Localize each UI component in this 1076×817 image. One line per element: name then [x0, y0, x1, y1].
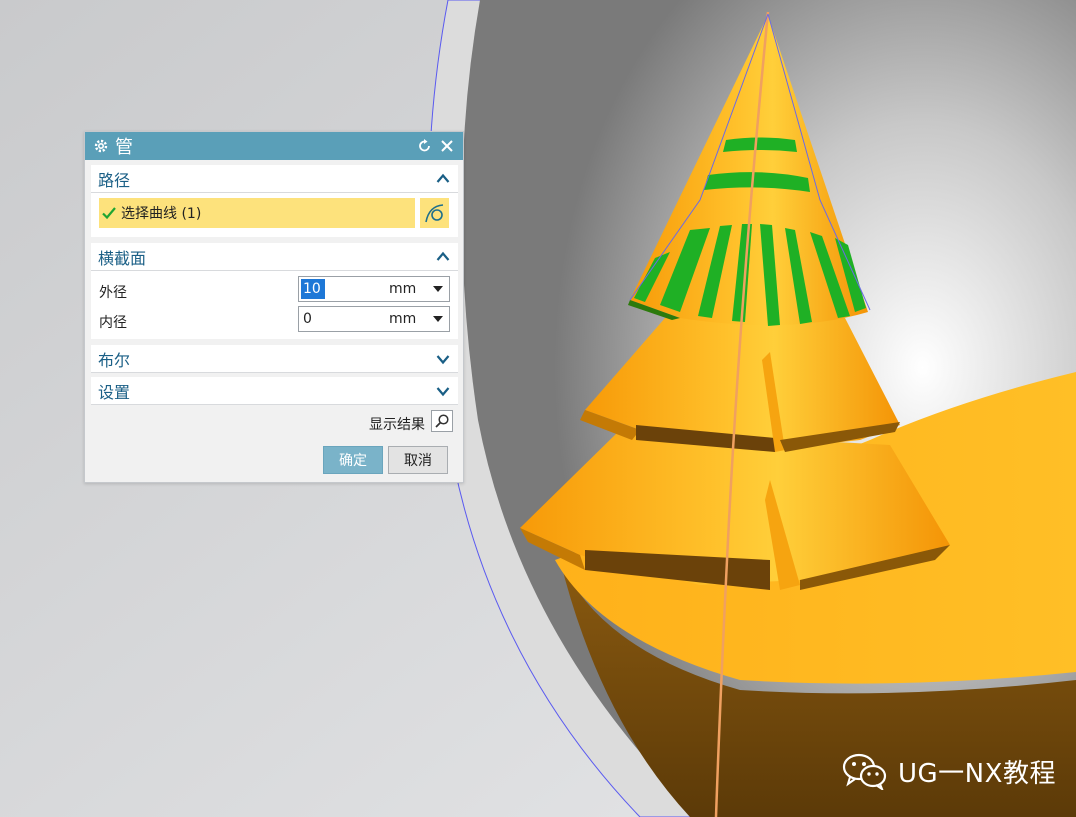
section-settings-header[interactable]: 设置: [91, 377, 458, 405]
gear-icon: [94, 139, 108, 153]
wechat-icon: [842, 753, 887, 790]
section-boolean-label: 布尔: [98, 350, 131, 370]
inner-diameter-unit: mm: [389, 311, 417, 327]
close-icon[interactable]: [439, 138, 455, 154]
chevron-down-icon[interactable]: [433, 316, 443, 322]
chevron-up-icon[interactable]: [436, 250, 450, 264]
outer-diameter-field[interactable]: mm: [298, 276, 450, 302]
tube-dialog: 管 路径 选择曲线 (1) 横截面 外径 10 mm 内径 0 mm 布尔 设置…: [84, 131, 464, 483]
chevron-down-icon[interactable]: [433, 286, 443, 292]
show-result-label: 显示结果: [369, 417, 425, 433]
reset-icon[interactable]: [417, 138, 433, 154]
show-result-button[interactable]: [431, 410, 453, 432]
outer-diameter-unit: mm: [389, 281, 417, 297]
watermark-text: UG一NX教程: [898, 758, 1056, 789]
select-curve-row[interactable]: 选择曲线 (1): [99, 198, 415, 228]
curve-select-button[interactable]: [418, 198, 449, 228]
inner-diameter-field[interactable]: mm: [298, 306, 450, 332]
chevron-down-icon[interactable]: [436, 352, 450, 366]
chevron-up-icon[interactable]: [436, 172, 450, 186]
chevron-down-icon[interactable]: [436, 384, 450, 398]
select-curve-label: 选择曲线 (1): [121, 206, 202, 222]
dialog-title: 管: [115, 137, 134, 158]
ok-button[interactable]: 确定: [323, 446, 383, 474]
check-icon: [102, 207, 116, 220]
inner-diameter-label: 内径: [99, 315, 127, 331]
section-boolean-header[interactable]: 布尔: [91, 345, 458, 373]
section-cross-section-header[interactable]: 横截面: [91, 243, 458, 271]
outer-diameter-input[interactable]: [301, 279, 325, 299]
outer-diameter-label: 外径: [99, 285, 127, 301]
cancel-button[interactable]: 取消: [388, 446, 448, 474]
dialog-title-bar[interactable]: 管: [85, 132, 463, 160]
section-path-label: 路径: [98, 170, 131, 190]
inner-diameter-input[interactable]: [301, 309, 375, 329]
watermark: UG一NX教程: [842, 752, 1056, 790]
magnifier-icon: [435, 414, 449, 428]
section-cross-section-label: 横截面: [98, 248, 147, 268]
curve-icon: [424, 204, 443, 223]
section-path-header[interactable]: 路径: [91, 165, 458, 193]
section-settings-label: 设置: [98, 382, 131, 402]
